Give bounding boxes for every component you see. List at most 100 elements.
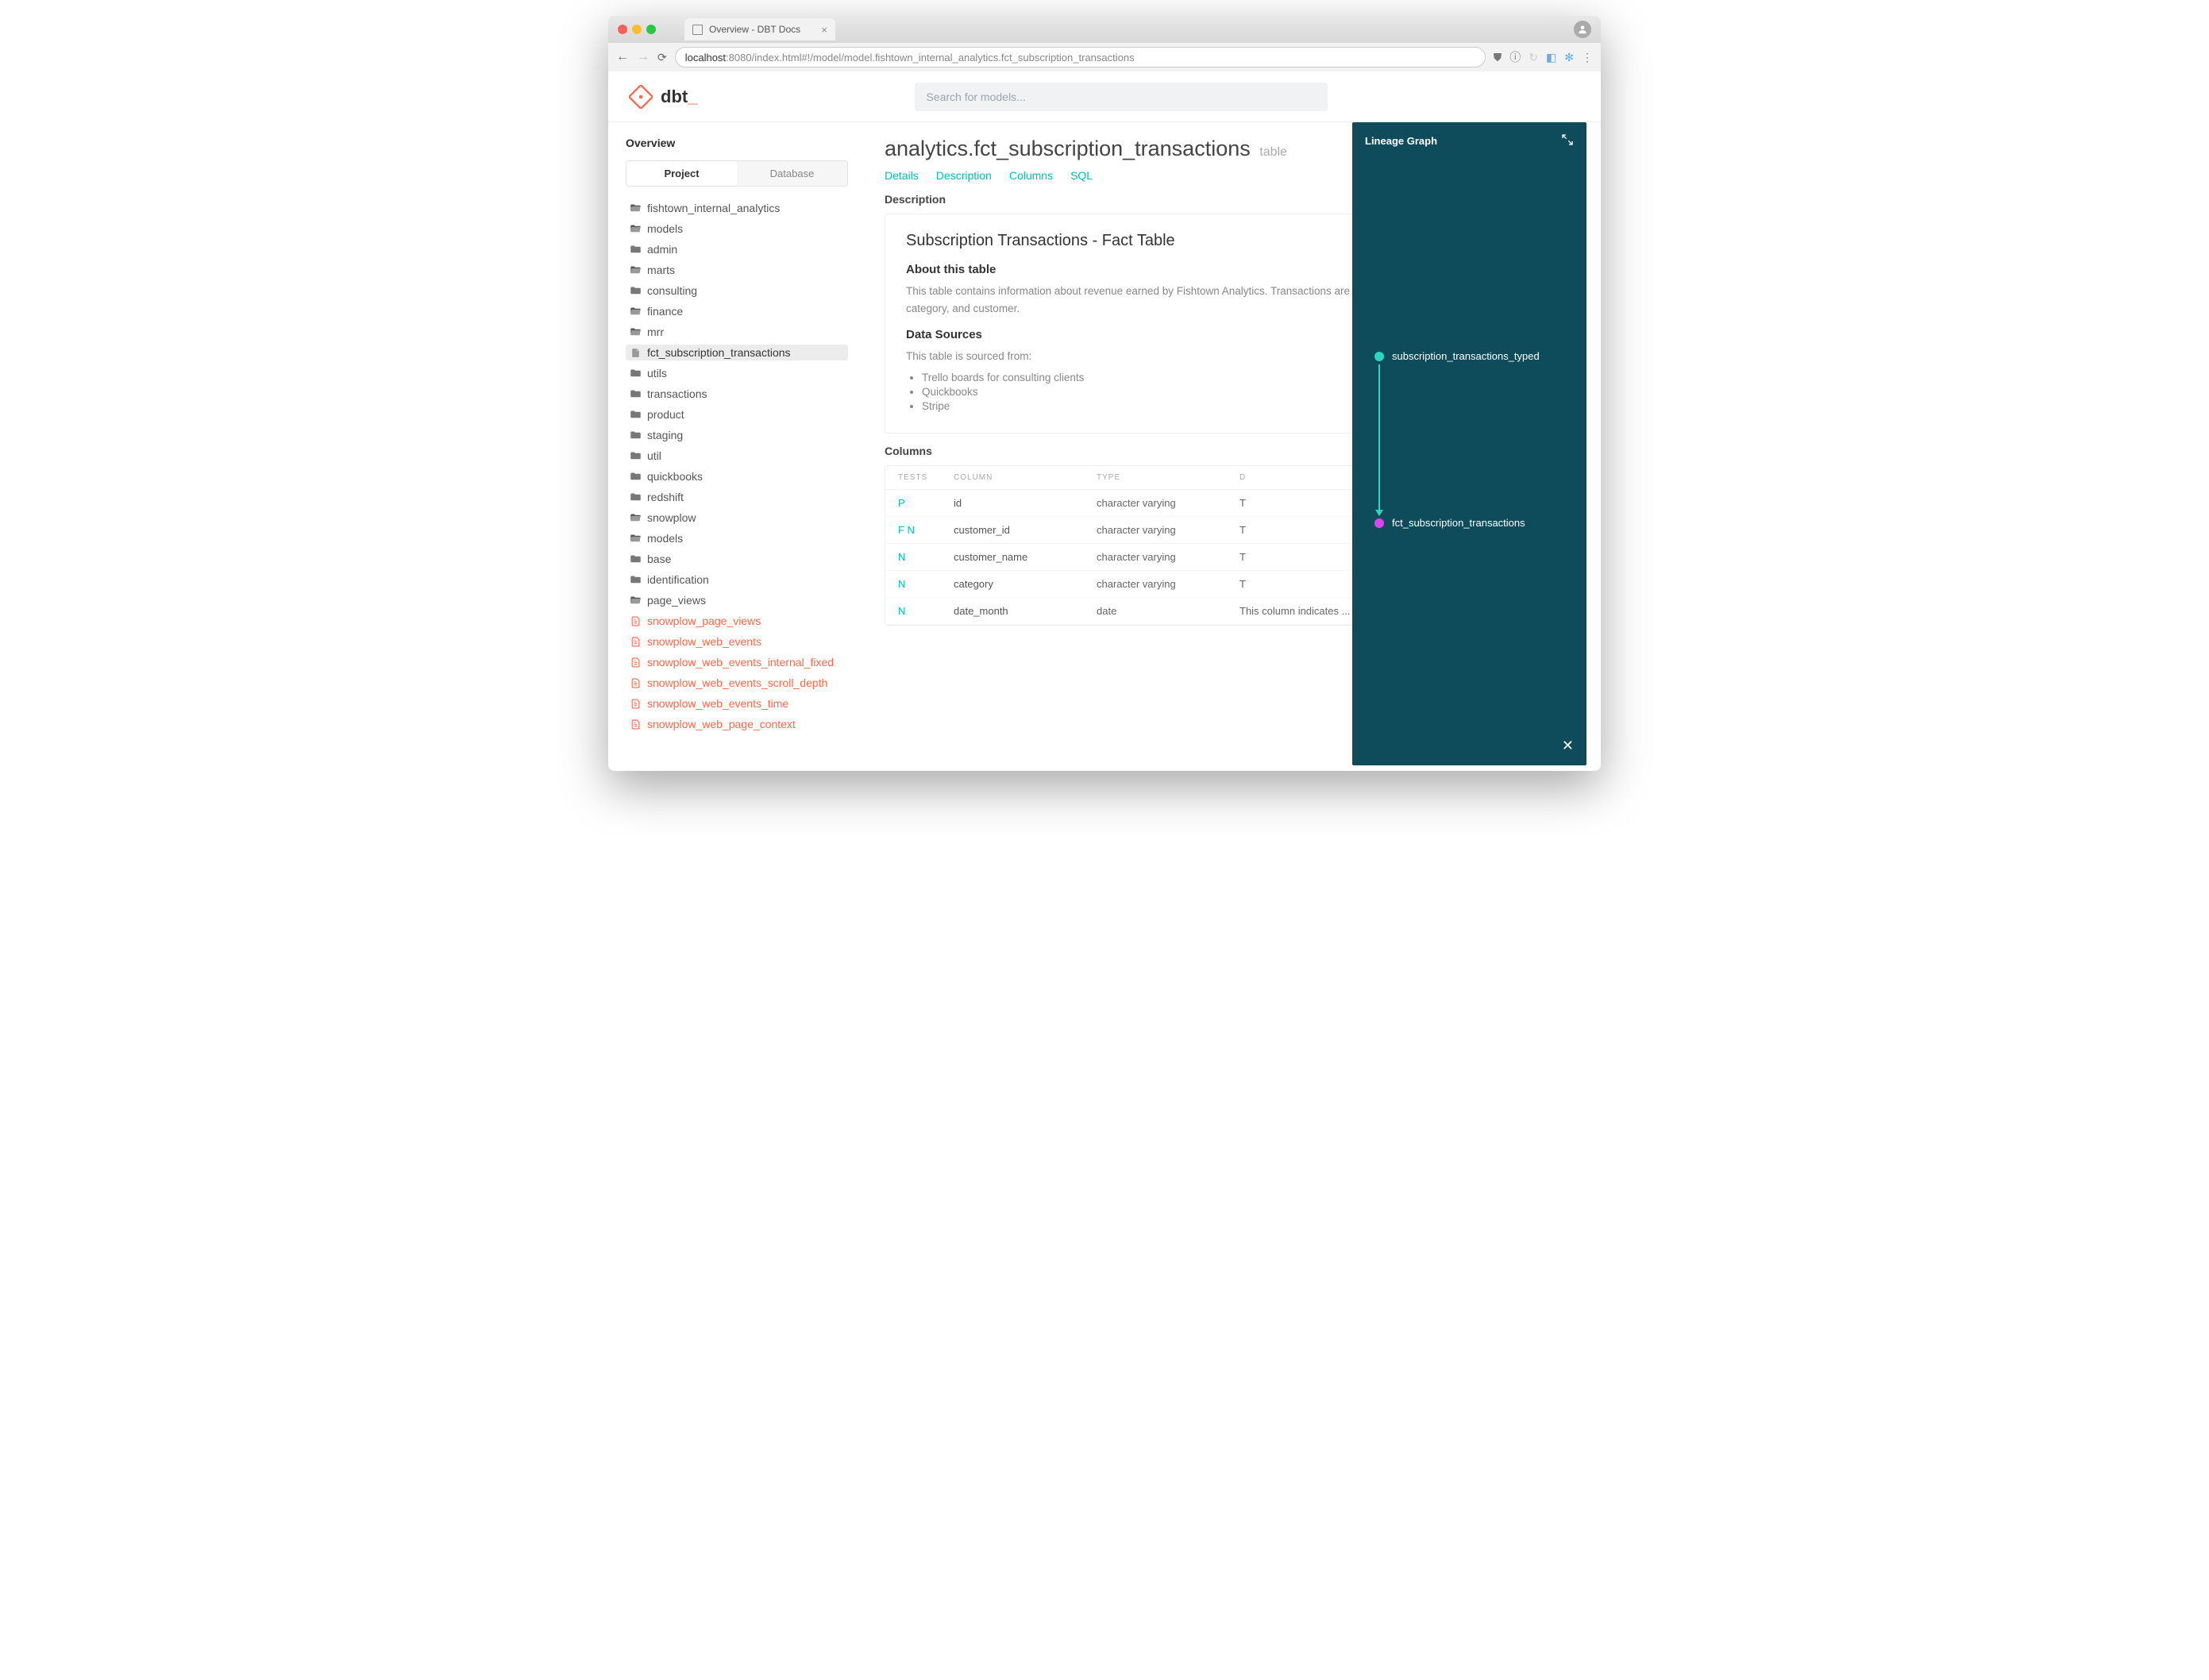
folder-icon [629, 553, 642, 565]
tree-node-quickbooks[interactable]: quickbooks [626, 468, 848, 484]
lineage-title: Lineage Graph [1365, 135, 1437, 147]
tree-node-product[interactable]: product [626, 407, 848, 422]
tree-node-label: marts [647, 264, 675, 276]
tree-node-snowplow_web_page_context[interactable]: snowplow_web_page_context [626, 716, 848, 732]
file-icon [629, 347, 642, 359]
page-header: dbt_ Search for models... [608, 71, 1601, 122]
lineage-node-upstream[interactable]: subscription_transactions_typed [1374, 350, 1540, 362]
url-host: localhost [685, 52, 726, 64]
tree-node-label: mrr [647, 326, 664, 338]
detail-tab-columns[interactable]: Columns [1009, 169, 1053, 182]
titlebar: Overview - DBT Docs × [608, 16, 1601, 43]
detail-tab-description[interactable]: Description [936, 169, 992, 182]
model-icon [629, 636, 642, 648]
tree-node-snowplow_web_events[interactable]: snowplow_web_events [626, 634, 848, 649]
tree-node-fishtown_internal_analytics[interactable]: fishtown_internal_analytics [626, 200, 848, 216]
cell-type: date [1097, 605, 1239, 617]
tab-project[interactable]: Project [626, 161, 737, 186]
folder-icon [629, 409, 642, 421]
tree-node-staging[interactable]: staging [626, 427, 848, 443]
shield-icon[interactable]: ⛊ [1494, 51, 1502, 64]
info-icon[interactable]: ⓘ [1509, 49, 1521, 65]
new-tab-button[interactable] [835, 21, 854, 40]
tree-node-label: fct_subscription_transactions [647, 346, 791, 359]
search-placeholder: Search for models... [926, 91, 1025, 103]
tree-node-finance[interactable]: finance [626, 303, 848, 319]
lineage-body[interactable]: subscription_transactions_typed fct_subs… [1352, 160, 1586, 731]
cell-tests: F N [898, 524, 954, 536]
th-tests: Tests [898, 473, 954, 482]
profile-icon[interactable] [1574, 21, 1591, 38]
browser-window: Overview - DBT Docs × ← → ⟳ localhost:80… [608, 16, 1601, 771]
sync-icon[interactable]: ↻ [1529, 51, 1538, 64]
omnibox[interactable]: localhost:8080/index.html#!/model/model.… [675, 47, 1486, 67]
reload-button[interactable]: ⟳ [657, 51, 667, 64]
tree-node-models[interactable]: models [626, 530, 848, 546]
menu-icon[interactable]: ⋮ [1582, 51, 1593, 64]
tree-node-identification[interactable]: identification [626, 572, 848, 588]
tree-node-redshift[interactable]: redshift [626, 489, 848, 505]
tree-node-label: snowplow_web_events_time [647, 697, 788, 710]
tree-node-label: snowplow [647, 511, 696, 524]
forward-button[interactable]: → [637, 50, 650, 64]
th-type: Type [1097, 473, 1239, 482]
folder-icon [629, 223, 642, 235]
tree-node-consulting[interactable]: consulting [626, 283, 848, 299]
tree-node-base[interactable]: base [626, 551, 848, 567]
cell-tests: N [898, 551, 954, 563]
close-tab-button[interactable]: × [821, 24, 827, 36]
expand-icon[interactable] [1561, 133, 1574, 148]
tree-node-models[interactable]: models [626, 221, 848, 237]
page-icon [692, 25, 703, 35]
tree-node-utils[interactable]: utils [626, 365, 848, 381]
tree-node-snowplow_web_events_time[interactable]: snowplow_web_events_time [626, 696, 848, 711]
back-button[interactable]: ← [616, 50, 629, 64]
tree-node-marts[interactable]: marts [626, 262, 848, 278]
cell-tests: P [898, 497, 954, 509]
lineage-node-downstream[interactable]: fct_subscription_transactions [1374, 517, 1525, 529]
search-input[interactable]: Search for models... [915, 83, 1328, 111]
th-column: Column [954, 473, 1097, 482]
tree-node-transactions[interactable]: transactions [626, 386, 848, 402]
close-icon[interactable]: ✕ [1562, 738, 1574, 754]
detail-tab-sql[interactable]: SQL [1070, 169, 1093, 182]
folder-icon [629, 202, 642, 214]
tree-node-fct_subscription_transactions[interactable]: fct_subscription_transactions [626, 345, 848, 360]
tree-node-label: models [647, 222, 683, 235]
tree-node-mrr[interactable]: mrr [626, 324, 848, 340]
tree-node-label: snowplow_web_page_context [647, 718, 796, 730]
folder-icon [629, 368, 642, 380]
cell-column-name: category [954, 578, 1097, 590]
tree-node-snowplow_web_events_internal_fixed[interactable]: snowplow_web_events_internal_fixed [626, 654, 848, 670]
logo[interactable]: dbt_ [629, 85, 697, 109]
tab-database[interactable]: Database [737, 161, 847, 186]
folder-icon [629, 388, 642, 400]
tree-node-label: redshift [647, 491, 684, 503]
detail-tab-details[interactable]: Details [885, 169, 919, 182]
tree-node-snowplow[interactable]: snowplow [626, 510, 848, 526]
tree-node-label: snowplow_web_events_scroll_depth [647, 676, 827, 689]
snowflake-icon[interactable]: ✻ [1564, 51, 1574, 64]
model-icon [629, 677, 642, 689]
tree-node-snowplow_page_views[interactable]: snowplow_page_views [626, 613, 848, 629]
tree-node-snowplow_web_events_scroll_depth[interactable]: snowplow_web_events_scroll_depth [626, 675, 848, 691]
tree-node-page_views[interactable]: page_views [626, 592, 848, 608]
brand-text: dbt_ [661, 87, 697, 107]
folder-icon [629, 264, 642, 276]
folder-icon [629, 491, 642, 503]
tree-node-admin[interactable]: admin [626, 241, 848, 257]
model-icon [629, 719, 642, 730]
tree-node-label: transactions [647, 387, 707, 400]
window-close-button[interactable] [618, 25, 627, 34]
extension-icon[interactable]: ◧ [1546, 51, 1556, 64]
tree-node-util[interactable]: util [626, 448, 848, 464]
cell-column-name: customer_id [954, 524, 1097, 536]
window-zoom-button[interactable] [646, 25, 656, 34]
tab-title: Overview - DBT Docs [709, 24, 800, 35]
tree-node-label: base [647, 553, 671, 565]
browser-chrome: Overview - DBT Docs × ← → ⟳ localhost:80… [608, 16, 1601, 71]
folder-icon [629, 326, 642, 338]
window-minimize-button[interactable] [632, 25, 642, 34]
cell-type: character varying [1097, 578, 1239, 590]
browser-tab[interactable]: Overview - DBT Docs × [684, 18, 835, 40]
